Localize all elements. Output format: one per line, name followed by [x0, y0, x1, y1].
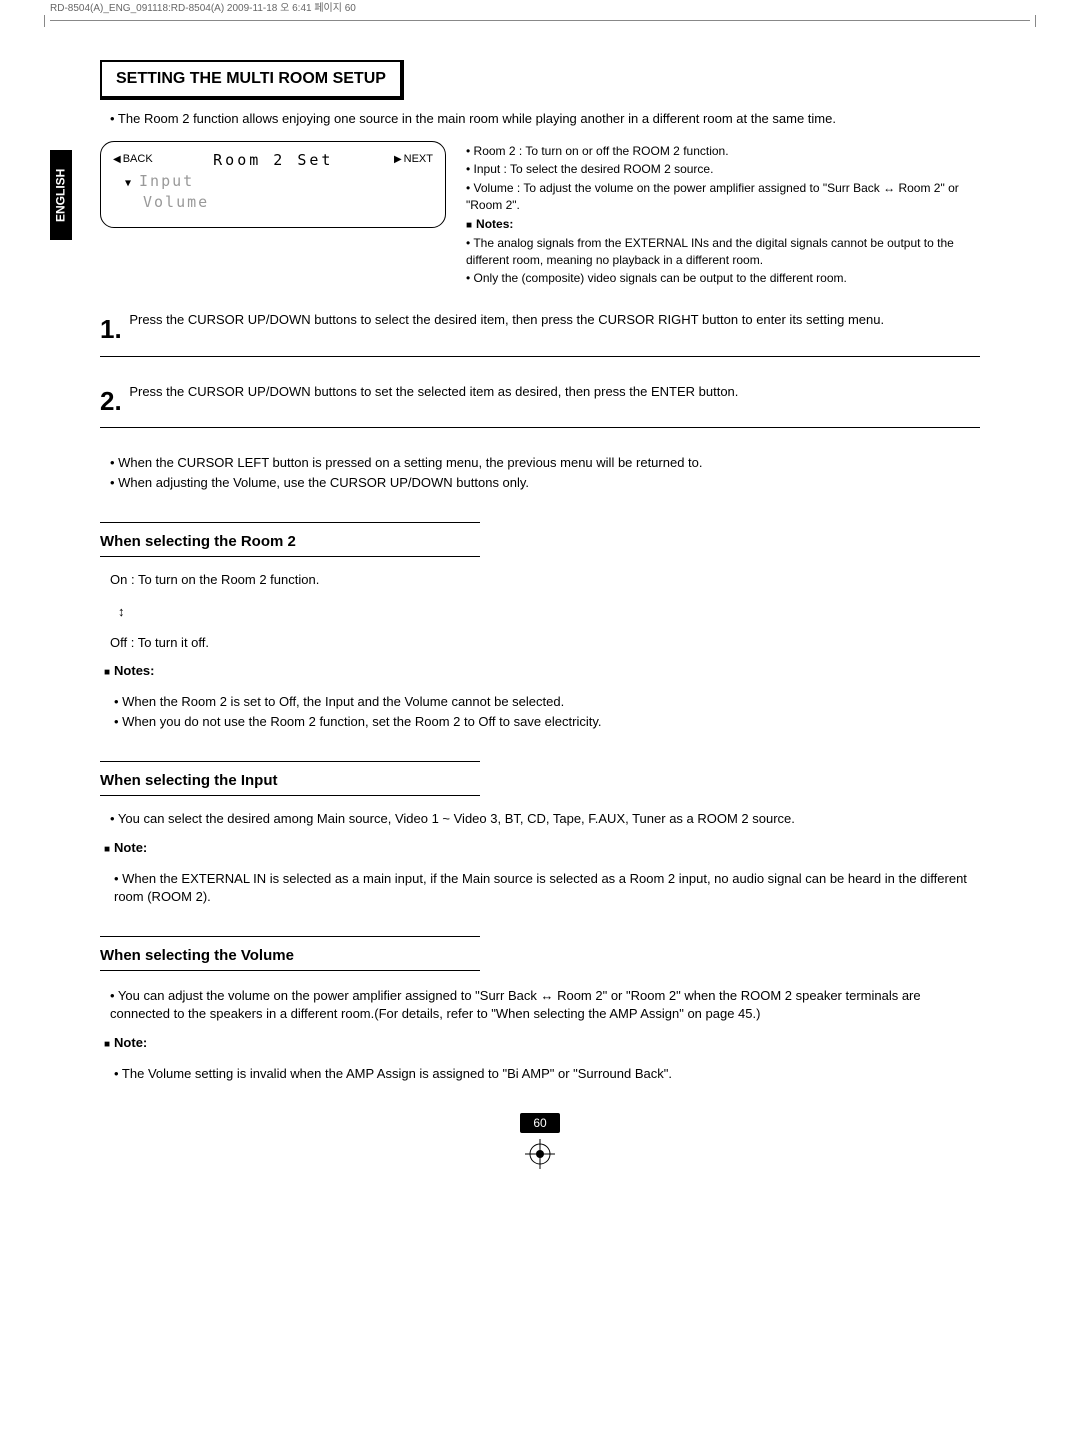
- notes-heading: Notes:: [104, 662, 980, 680]
- room2-off: Off : To turn it off.: [110, 634, 980, 652]
- crop-marks-top: [50, 20, 1030, 22]
- subheading-input: When selecting the Input: [100, 770, 980, 791]
- step-2: 2. Press the CURSOR UP/DOWN buttons to s…: [100, 383, 980, 419]
- input-note-1: • When the EXTERNAL IN is selected as a …: [114, 870, 980, 906]
- page-number: 60: [520, 1113, 560, 1133]
- step-text-2: Press the CURSOR UP/DOWN buttons to set …: [129, 384, 738, 399]
- divider: [100, 356, 980, 357]
- step-number-2: 2.: [100, 383, 122, 419]
- input-body: • You can select the desired among Main …: [110, 810, 980, 828]
- sub-divider-top: [100, 761, 480, 762]
- feature-description: • Room 2 : To turn on or off the ROOM 2 …: [466, 141, 980, 290]
- bullet-room2: • Room 2 : To turn on or off the ROOM 2 …: [466, 143, 980, 160]
- room2-note-1: • When the Room 2 is set to Off, the Inp…: [114, 693, 980, 711]
- note-heading: Note:: [104, 1034, 980, 1052]
- room2-note-2: • When you do not use the Room 2 functio…: [114, 713, 980, 731]
- lcd-display-panel: BACK Room 2 Set NEXT Input Volume: [100, 141, 446, 228]
- intro-text: • The Room 2 function allows enjoying on…: [110, 110, 980, 128]
- note-1: • The analog signals from the EXTERNAL I…: [466, 235, 980, 269]
- step-1: 1. Press the CURSOR UP/DOWN buttons to s…: [100, 311, 980, 347]
- note-heading: Note:: [104, 839, 980, 857]
- step-text-1: Press the CURSOR UP/DOWN buttons to sele…: [129, 312, 884, 327]
- subheading-room2: When selecting the Room 2: [100, 531, 980, 552]
- step-number-1: 1.: [100, 311, 122, 347]
- notes-heading: Notes:: [466, 216, 980, 233]
- subheading-volume: When selecting the Volume: [100, 945, 980, 966]
- sub-divider-top: [100, 522, 480, 523]
- next-label: NEXT: [394, 152, 433, 167]
- post-bullet-1: • When the CURSOR LEFT button is pressed…: [110, 454, 980, 472]
- display-line-volume: Volume: [113, 192, 433, 213]
- updown-arrow-icon: ↕: [100, 603, 980, 621]
- back-label: BACK: [113, 152, 153, 167]
- sub-divider-bottom: [100, 795, 480, 796]
- registration-mark-icon: [525, 1139, 555, 1169]
- volume-body: • You can adjust the volume on the power…: [110, 987, 980, 1023]
- display-title: Room 2 Set: [213, 150, 333, 171]
- display-line-input: Input: [113, 171, 433, 192]
- section-title: SETTING THE MULTI ROOM SETUP: [100, 60, 404, 100]
- post-bullet-2: • When adjusting the Volume, use the CUR…: [110, 474, 980, 492]
- divider: [100, 427, 980, 428]
- sub-divider-bottom: [100, 556, 480, 557]
- bullet-input: • Input : To select the desired ROOM 2 s…: [466, 161, 980, 178]
- note-2: • Only the (composite) video signals can…: [466, 270, 980, 287]
- doc-header: RD-8504(A)_ENG_091118:RD-8504(A) 2009-11…: [50, 2, 356, 16]
- language-tab: ENGLISH: [50, 150, 72, 240]
- volume-note-1: • The Volume setting is invalid when the…: [114, 1065, 980, 1083]
- sub-divider-top: [100, 936, 480, 937]
- bullet-volume: • Volume : To adjust the volume on the p…: [466, 180, 980, 214]
- room2-on: On : To turn on the Room 2 function.: [110, 571, 980, 589]
- sub-divider-bottom: [100, 970, 480, 971]
